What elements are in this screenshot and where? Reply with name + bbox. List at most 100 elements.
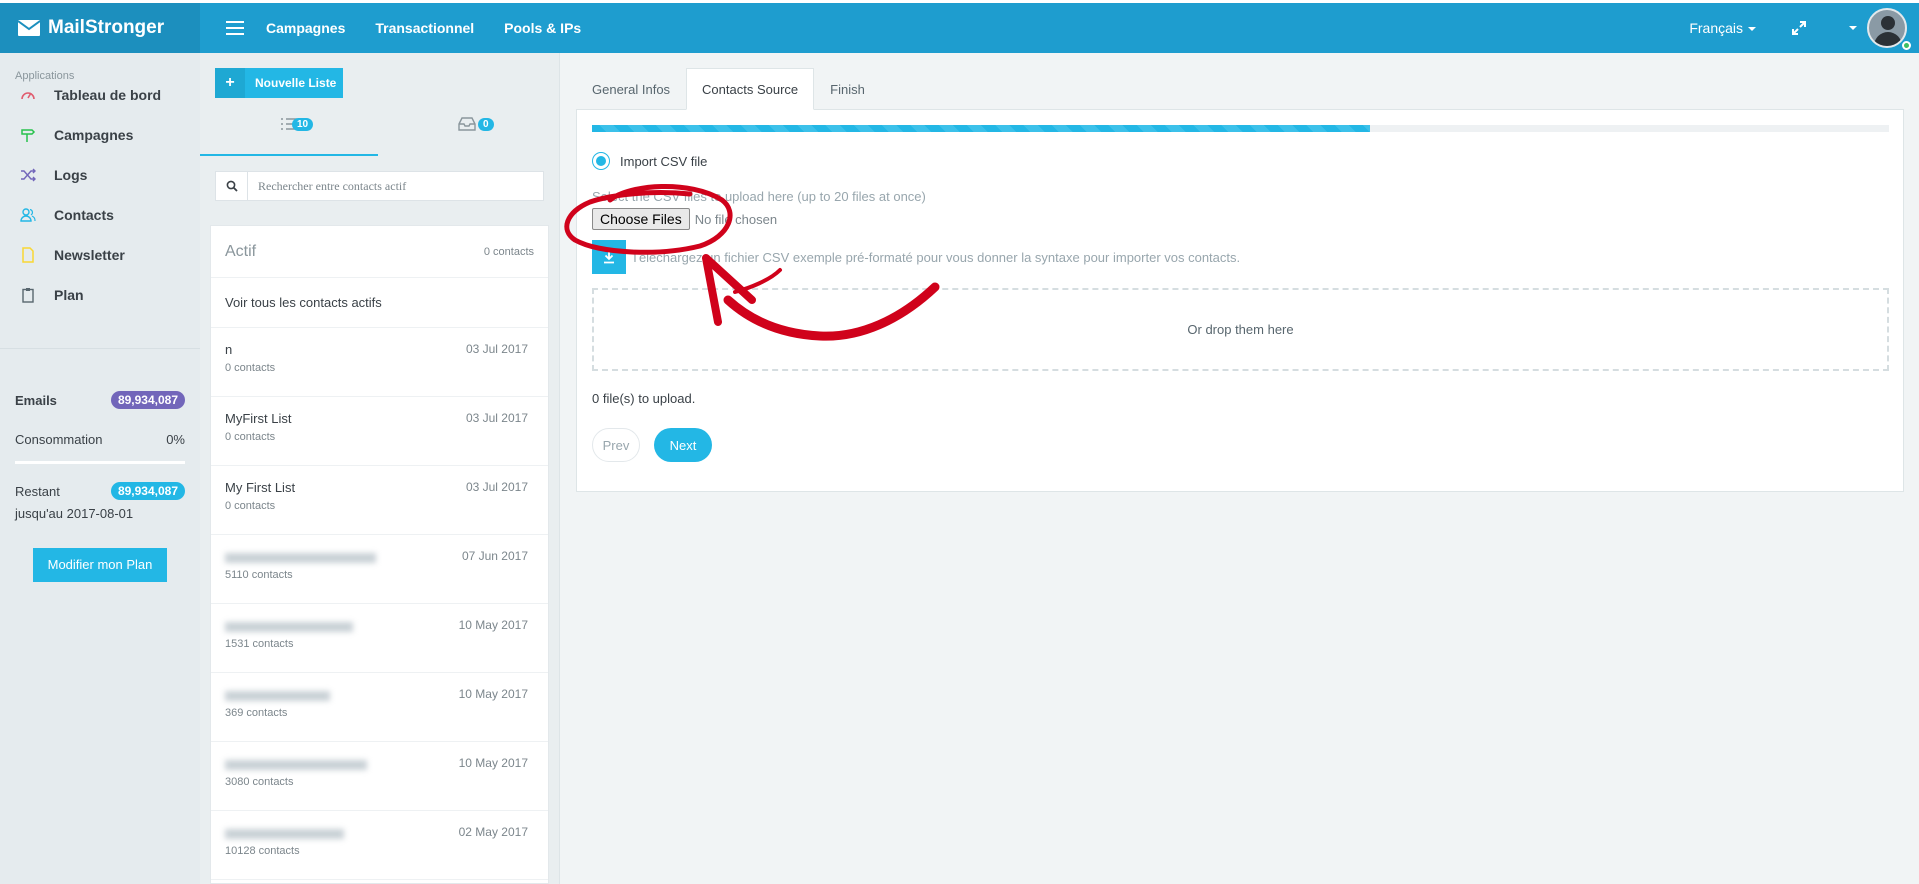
stat-consumption-value: 0% xyxy=(166,432,185,447)
list-item-name: n xyxy=(225,342,233,357)
brand[interactable]: MailStronger xyxy=(0,3,200,53)
brand-name: MailStronger xyxy=(48,17,165,38)
tab-archived-lists[interactable]: 0 xyxy=(378,116,556,152)
consumption-progress-bar xyxy=(15,461,185,464)
download-sample-row: Téléchargez un fichier CSV exemple pré-f… xyxy=(592,240,1240,274)
list-item-name xyxy=(225,829,344,839)
top-bar: MailStronger Campagnes Transactionnel Po… xyxy=(0,0,1919,53)
sidebar-item-label: Plan xyxy=(54,287,84,303)
sidebar-item-newsletter[interactable]: Newsletter xyxy=(20,247,125,263)
wizard-progress-fill xyxy=(592,125,1371,132)
list-item-count: 0 contacts xyxy=(225,362,276,374)
new-list-button[interactable]: + Nouvelle Liste xyxy=(215,68,343,98)
list-item[interactable]: 10128 contacts 02 May 2017 xyxy=(211,811,548,880)
download-sample-text: Téléchargez un fichier CSV exemple pré-f… xyxy=(631,249,1241,265)
user-menu-caret-icon[interactable] xyxy=(1849,26,1857,30)
no-file-chosen-label: No file chosen xyxy=(694,211,778,227)
list-item[interactable]: 5110 contacts 07 Jun 2017 xyxy=(211,535,548,604)
list-item-count: 5110 contacts xyxy=(225,569,293,581)
stat-emails-badge: 89,934,087 xyxy=(110,391,185,409)
sidebar-item-campagnes[interactable]: Campagnes xyxy=(20,127,133,143)
language-selector[interactable]: Français xyxy=(1689,20,1756,36)
file-input: Choose Files No file chosen xyxy=(592,208,777,230)
sidebar-item-label: Newsletter xyxy=(54,247,125,263)
upload-count: 0 file(s) to upload. xyxy=(592,391,696,406)
dropzone-label: Or drop them here xyxy=(1187,322,1294,337)
file-dropzone[interactable]: Or drop them here xyxy=(592,288,1889,371)
list-item-name xyxy=(225,553,376,563)
envelope-icon xyxy=(18,20,40,36)
sidebar-item-label: Tableau de bord xyxy=(54,87,162,103)
list-item-name xyxy=(225,691,330,701)
list-item[interactable]: 369 contacts 10 May 2017 xyxy=(211,673,548,742)
online-status-dot xyxy=(1902,41,1911,50)
sidebar-item-label: Contacts xyxy=(54,207,114,223)
stat-consumption-label: Consommation xyxy=(15,432,103,447)
nav-campagnes[interactable]: Campagnes xyxy=(266,20,345,36)
list-item-count: 1531 contacts xyxy=(225,638,294,650)
list-rows: n 0 contacts 03 Jul 2017 MyFirst List 0 cont… xyxy=(211,328,548,880)
sidebar-item-tableau-de-bord[interactable]: Tableau de bord xyxy=(20,87,161,103)
list-item-count: 3080 contacts xyxy=(225,776,294,788)
list-item-name xyxy=(225,622,353,632)
users-icon xyxy=(20,208,36,222)
import-csv-option[interactable]: Import CSV file xyxy=(592,152,707,170)
list-item-date: 10 May 2017 xyxy=(458,687,528,701)
archived-lists-count-badge: 0 xyxy=(478,118,494,131)
import-csv-label: Import CSV file xyxy=(620,153,708,169)
new-list-label: Nouvelle Liste xyxy=(255,76,337,90)
download-sample-button[interactable] xyxy=(592,240,626,274)
modify-plan-button[interactable]: Modifier mon Plan xyxy=(33,548,167,582)
sidebar-item-plan[interactable]: Plan xyxy=(20,287,84,303)
tab-active-lists[interactable]: 10 xyxy=(200,116,378,152)
main-panel: General Infos Contacts Source Finish Imp… xyxy=(561,53,1919,884)
list-item-name xyxy=(225,760,367,770)
list-item-date: 02 May 2017 xyxy=(458,825,528,839)
list-item-count: 10128 contacts xyxy=(225,845,300,857)
prev-button[interactable]: Prev xyxy=(592,428,640,462)
avatar[interactable] xyxy=(1867,8,1907,48)
list-item[interactable]: n 0 contacts 03 Jul 2017 xyxy=(211,328,548,397)
nav-pools-ips[interactable]: Pools & IPs xyxy=(504,20,581,36)
sidebar-item-label: Campagnes xyxy=(54,127,134,143)
sidebar-item-logs[interactable]: Logs xyxy=(20,167,87,183)
fullscreen-icon[interactable] xyxy=(1792,21,1806,35)
sidebar-item-contacts[interactable]: Contacts xyxy=(20,207,114,223)
list-item[interactable]: 3080 contacts 10 May 2017 xyxy=(211,742,548,811)
tab-finish[interactable]: Finish xyxy=(814,68,881,110)
import-csv-radio[interactable] xyxy=(592,152,610,170)
next-button[interactable]: Next xyxy=(654,428,712,462)
list-item-date: 03 Jul 2017 xyxy=(465,480,528,494)
list-item-date: 10 May 2017 xyxy=(458,618,528,632)
sidebar-item-label: Logs xyxy=(54,167,88,183)
file-icon xyxy=(22,247,34,263)
view-all-active-contacts-link[interactable]: Voir tous les contacts actifs xyxy=(211,278,548,328)
choose-files-button[interactable]: Choose Files xyxy=(592,208,690,230)
plus-icon: + xyxy=(215,68,245,98)
stat-emails-label: Emails xyxy=(15,392,57,408)
wizard-tabs: General Infos Contacts Source Finish xyxy=(576,68,881,110)
lists-panel-title: Actif xyxy=(225,242,257,260)
sidebar-heading: Applications xyxy=(15,70,75,82)
list-item[interactable]: My First List 0 contacts 03 Jul 2017 xyxy=(211,466,548,535)
sidebar: Applications Tableau de bord Campagnes L… xyxy=(0,53,200,884)
tab-general-infos[interactable]: General Infos xyxy=(576,68,686,110)
shuffle-icon xyxy=(21,168,36,182)
search-button[interactable] xyxy=(216,172,248,200)
search-input[interactable] xyxy=(248,172,543,200)
list-item-date: 03 Jul 2017 xyxy=(465,411,528,425)
menu-toggle-icon[interactable] xyxy=(226,21,244,35)
sidebar-divider xyxy=(0,348,200,349)
lists-column: + Nouvelle Liste 10 0 Actif 0 contacts V… xyxy=(200,53,560,884)
list-item-date: 07 Jun 2017 xyxy=(461,549,528,563)
list-item[interactable]: MyFirst List 0 contacts 03 Jul 2017 xyxy=(211,397,548,466)
inbox-icon xyxy=(458,117,476,131)
lists-panel-header: Actif 0 contacts xyxy=(211,226,548,278)
tab-contacts-source[interactable]: Contacts Source xyxy=(686,68,815,110)
stat-consumption: Consommation 0% xyxy=(15,432,185,447)
list-item[interactable]: 1531 contacts 10 May 2017 xyxy=(211,604,548,673)
stat-remaining: Restant 89,934,087 xyxy=(15,482,185,500)
list-item-date: 03 Jul 2017 xyxy=(465,342,528,356)
list-item-count: 0 contacts xyxy=(225,431,276,443)
nav-transactionnel[interactable]: Transactionnel xyxy=(375,20,474,36)
